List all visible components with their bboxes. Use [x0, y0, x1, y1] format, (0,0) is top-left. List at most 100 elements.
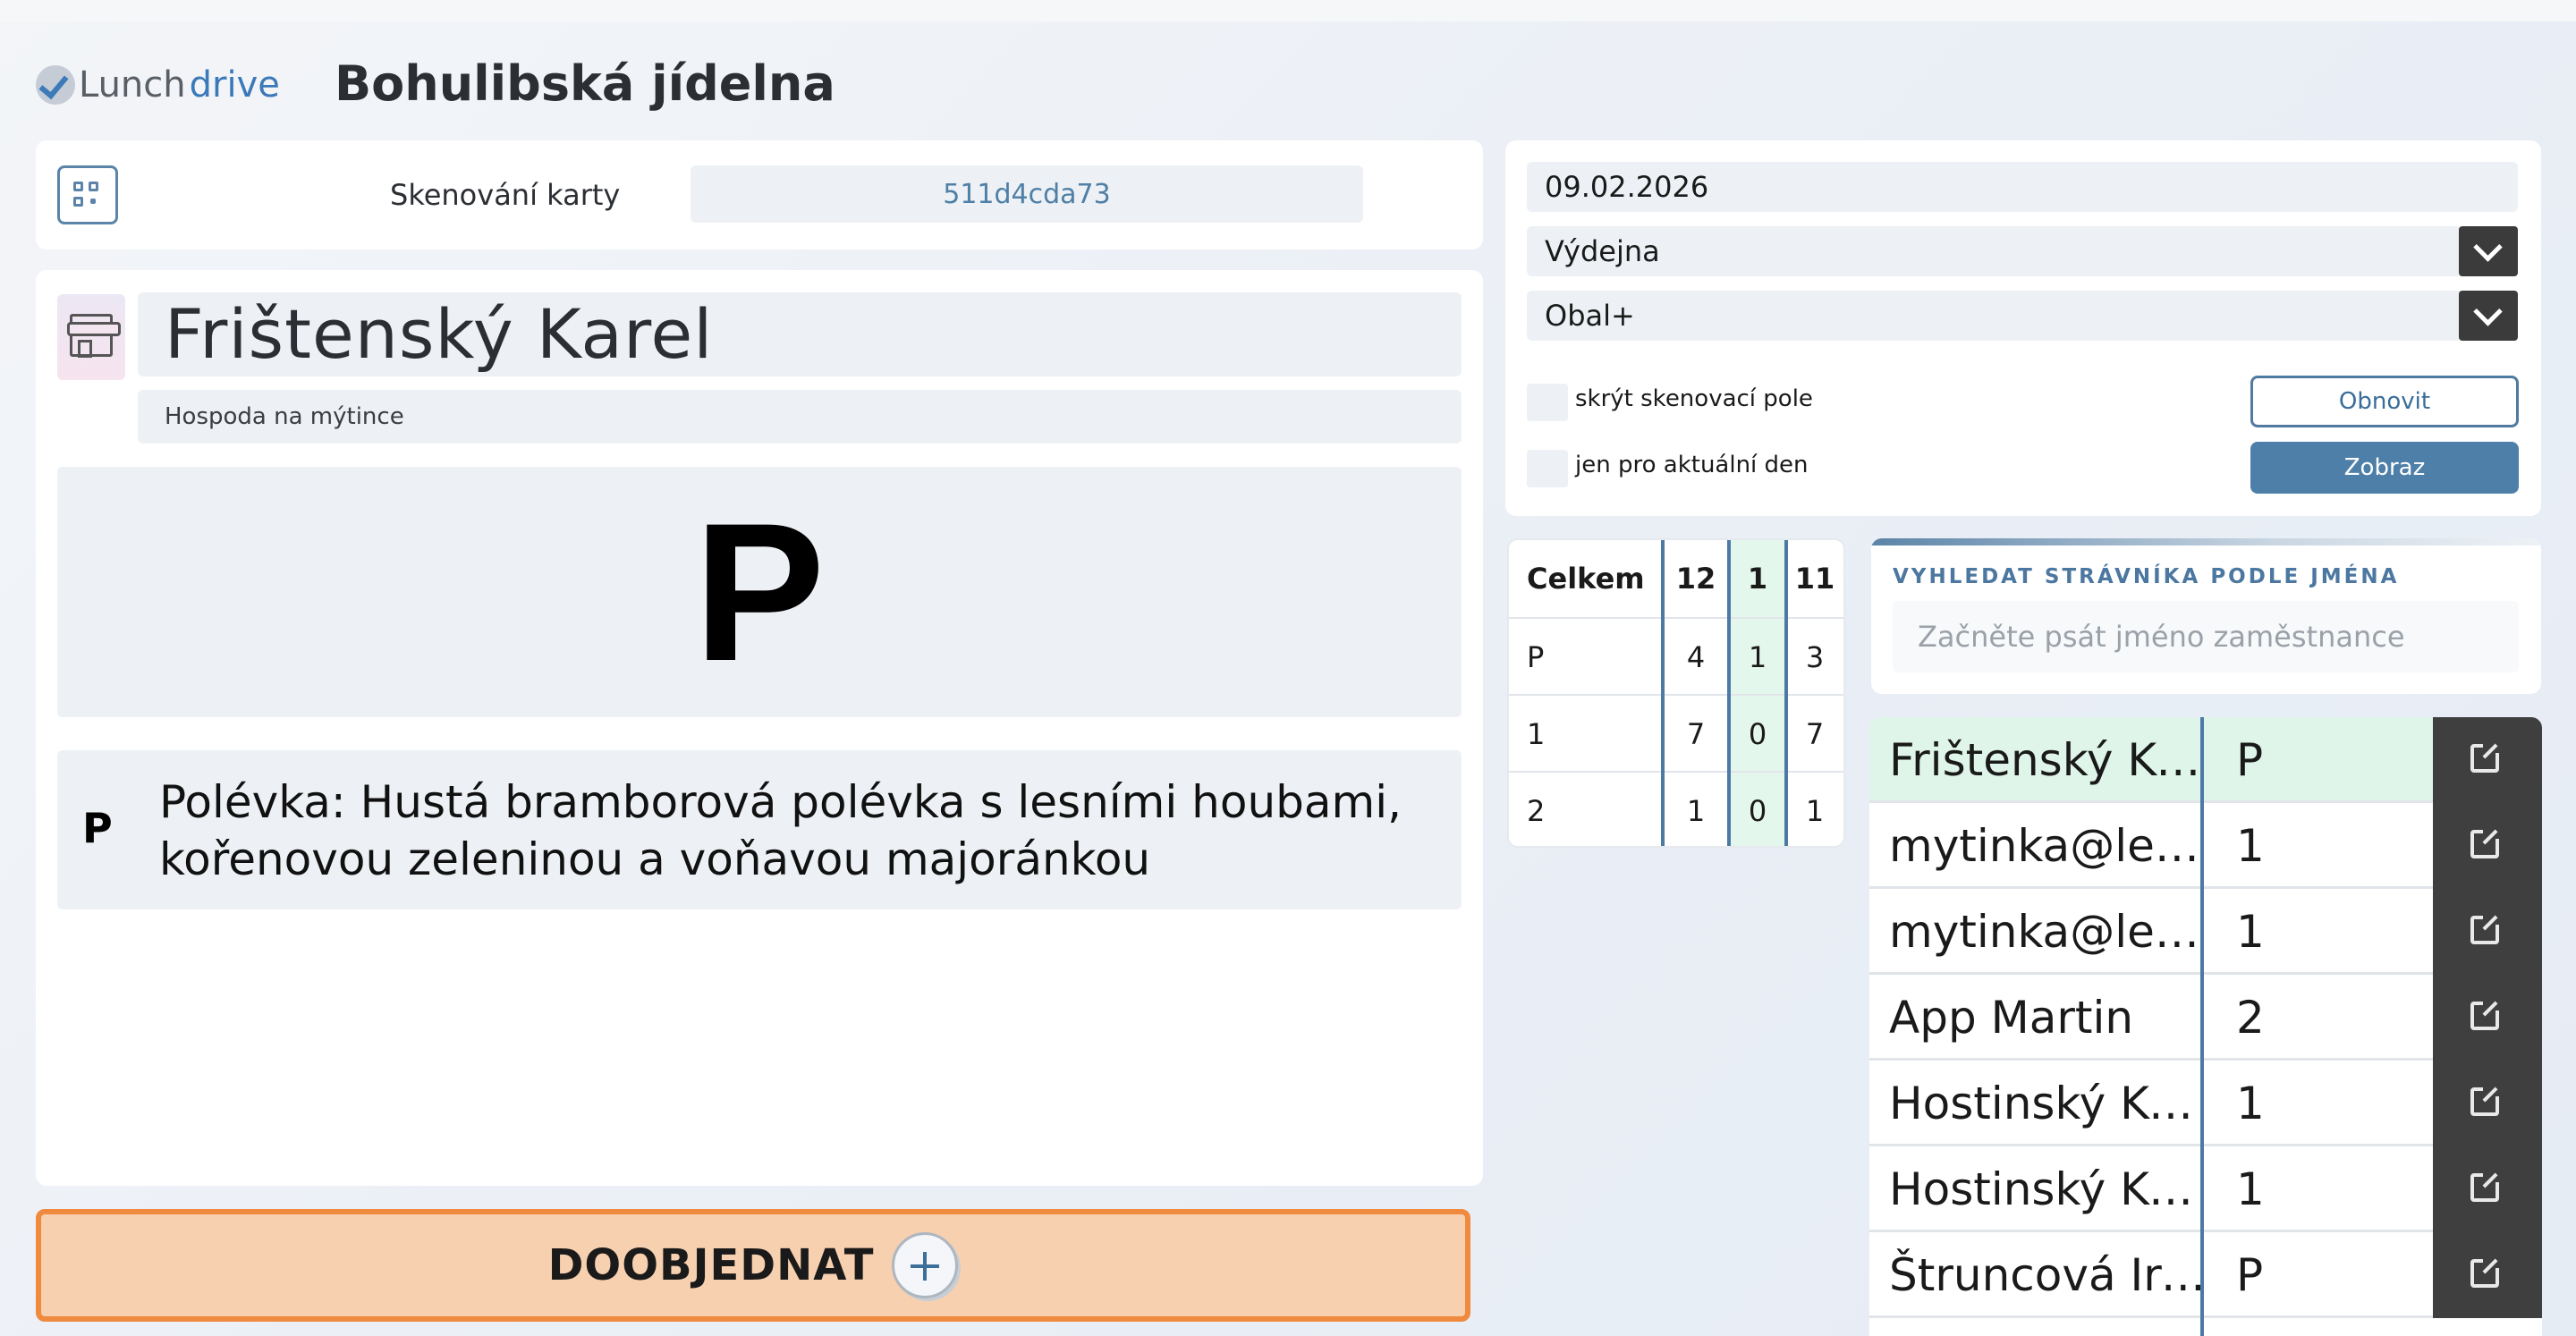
refresh-button[interactable]: Obnovit — [2250, 376, 2519, 427]
external-link-icon — [2470, 1168, 2504, 1202]
today-only-checkbox[interactable] — [1527, 450, 1568, 487]
summary-cell: 0 — [1748, 717, 1767, 751]
diner-row-name: Hostinský Karel — [1889, 1163, 2211, 1215]
scan-card: Skenování karty — [36, 140, 1483, 249]
show-button[interactable]: Zobraz — [2250, 442, 2519, 494]
summary-header-cell: 11 — [1794, 562, 1835, 596]
diner-row-name: mytinka@lesni.cz — [1889, 906, 2211, 958]
app-logo: Lunch drive — [36, 64, 280, 106]
summary-cell: 7 — [1686, 717, 1706, 751]
diner-row-code: 1 — [2236, 1078, 2265, 1129]
diner-row-name: App Martin — [1889, 992, 2134, 1044]
summary-header-cell: Celkem — [1527, 562, 1645, 596]
hide-scan-label: skrýt skenovací pole — [1575, 385, 1813, 412]
logo-text-drive: drive — [189, 64, 280, 106]
filter-card: 09.02.2026 Výdejna Obal+ skrýt skenovací… — [1505, 140, 2541, 516]
scan-input[interactable] — [691, 165, 1363, 223]
meal-code-large: P — [57, 467, 1462, 717]
external-link-icon — [2470, 824, 2504, 858]
meal-item: P Polévka: Hustá bramborová polévka s le… — [57, 750, 1462, 909]
scan-label: Skenování karty — [390, 178, 621, 212]
today-only-label: jen pro aktuální den — [1575, 452, 1809, 478]
diner-row-code: P — [2236, 734, 2264, 786]
external-link-icon — [2470, 1082, 2504, 1116]
summary-cell: P — [1527, 640, 1545, 674]
open-diner-button[interactable] — [2433, 1061, 2542, 1146]
check-circle-icon — [36, 65, 75, 105]
open-diner-button[interactable] — [2433, 975, 2542, 1061]
summary-row: 2 1 0 1 — [1509, 771, 1843, 846]
date-field[interactable]: 09.02.2026 — [1527, 162, 2518, 212]
column-divider — [2200, 717, 2204, 1336]
diner-row-name: Štruncová Irena — [1889, 1249, 2211, 1301]
table-row[interactable]: mytinka@lesni.cz 1 — [1869, 889, 2542, 975]
open-diner-button[interactable] — [2433, 889, 2542, 975]
table-row[interactable]: Štruncová Irena P — [1869, 1232, 2542, 1318]
external-link-icon — [2470, 739, 2504, 773]
plus-circle-icon — [892, 1232, 959, 1298]
open-diner-button[interactable] — [2433, 1232, 2542, 1318]
summary-header-row: Celkem 12 1 11 — [1509, 540, 1843, 617]
external-link-icon — [2470, 1254, 2504, 1288]
qr-code-icon[interactable] — [57, 165, 118, 224]
meal-description: Polévka: Hustá bramborová polévka s lesn… — [159, 776, 1402, 885]
diner-detail-card: Frištenský Karel Hospoda na mýtince P P … — [36, 270, 1483, 1186]
summary-table: Celkem 12 1 11 P 4 1 3 1 7 0 7 2 1 0 1 — [1507, 538, 1845, 848]
diner-row-name: Frištenský Karel — [1889, 734, 2211, 786]
shop-icon — [67, 314, 121, 358]
summary-header-cell: 1 — [1747, 562, 1768, 596]
diner-name: Frištenský Karel — [138, 292, 1462, 376]
diner-search-card: VYHLEDAT STRÁVNÍKA PODLE JMÉNA — [1871, 538, 2541, 694]
diner-row-name: Hostinský Karel — [1889, 1078, 2211, 1129]
external-link-icon — [2470, 996, 2504, 1030]
summary-cell: 3 — [1805, 640, 1825, 674]
top-strip — [0, 0, 2576, 21]
avatar — [57, 294, 125, 380]
table-row[interactable]: Hostinský Karel 1 — [1869, 1146, 2542, 1232]
place-select[interactable]: Výdejna — [1527, 226, 2518, 276]
hide-scan-checkbox[interactable] — [1527, 384, 1568, 421]
page-title: Bohulibská jídelna — [335, 55, 835, 112]
summary-header-cell: 12 — [1675, 562, 1716, 596]
summary-row: P 4 1 3 — [1509, 617, 1843, 694]
open-diner-button[interactable] — [2433, 803, 2542, 889]
packaging-select-value: Obal+ — [1545, 299, 1635, 333]
diner-row-code: 1 — [2236, 1163, 2265, 1215]
summary-row: 1 7 0 7 — [1509, 694, 1843, 771]
diner-row-code: P — [2236, 1249, 2264, 1301]
packaging-select[interactable]: Obal+ — [1527, 291, 2518, 341]
column-divider — [1784, 540, 1788, 846]
summary-cell: 1 — [1805, 794, 1825, 828]
search-input[interactable] — [1893, 601, 2519, 672]
summary-cell: 2 — [1527, 794, 1546, 828]
summary-cell: 1 — [1527, 717, 1546, 751]
meal-code: P — [82, 804, 113, 852]
order-more-button[interactable]: DOOBJEDNAT — [36, 1209, 1470, 1322]
summary-cell: 1 — [1748, 640, 1767, 674]
order-more-label: DOOBJEDNAT — [547, 1240, 875, 1290]
diners-table: Frištenský Karel P mytinka@lesni.cz 1 my… — [1869, 717, 2542, 1336]
column-divider — [1727, 540, 1731, 846]
logo-text-lunch: Lunch — [79, 64, 186, 106]
summary-cell: 0 — [1748, 794, 1767, 828]
search-label: VYHLEDAT STRÁVNÍKA PODLE JMÉNA — [1893, 565, 2400, 588]
summary-cell: 7 — [1805, 717, 1825, 751]
open-diner-button[interactable] — [2433, 1146, 2542, 1232]
diner-row-code: 1 — [2236, 906, 2265, 958]
summary-cell: 1 — [1686, 794, 1706, 828]
column-divider — [1661, 540, 1665, 846]
table-row[interactable]: mytinka@lesni.cz 1 — [1869, 803, 2542, 889]
summary-cell: 4 — [1686, 640, 1706, 674]
table-row[interactable]: Frištenský Karel P — [1869, 717, 2542, 803]
diner-row-code: 2 — [2236, 992, 2265, 1044]
table-row[interactable]: Hostinský Karel 1 — [1869, 1061, 2542, 1146]
open-diner-button[interactable] — [2433, 717, 2542, 803]
chevron-down-icon[interactable] — [2459, 226, 2518, 276]
diner-row-code: 1 — [2236, 820, 2265, 872]
table-row[interactable]: App Martin 2 — [1869, 975, 2542, 1061]
external-link-icon — [2470, 910, 2504, 944]
chevron-down-icon[interactable] — [2459, 291, 2518, 341]
place-select-value: Výdejna — [1545, 234, 1660, 268]
diner-row-name: mytinka@lesni.cz — [1889, 820, 2211, 872]
diner-location: Hospoda na mýtince — [138, 390, 1462, 444]
